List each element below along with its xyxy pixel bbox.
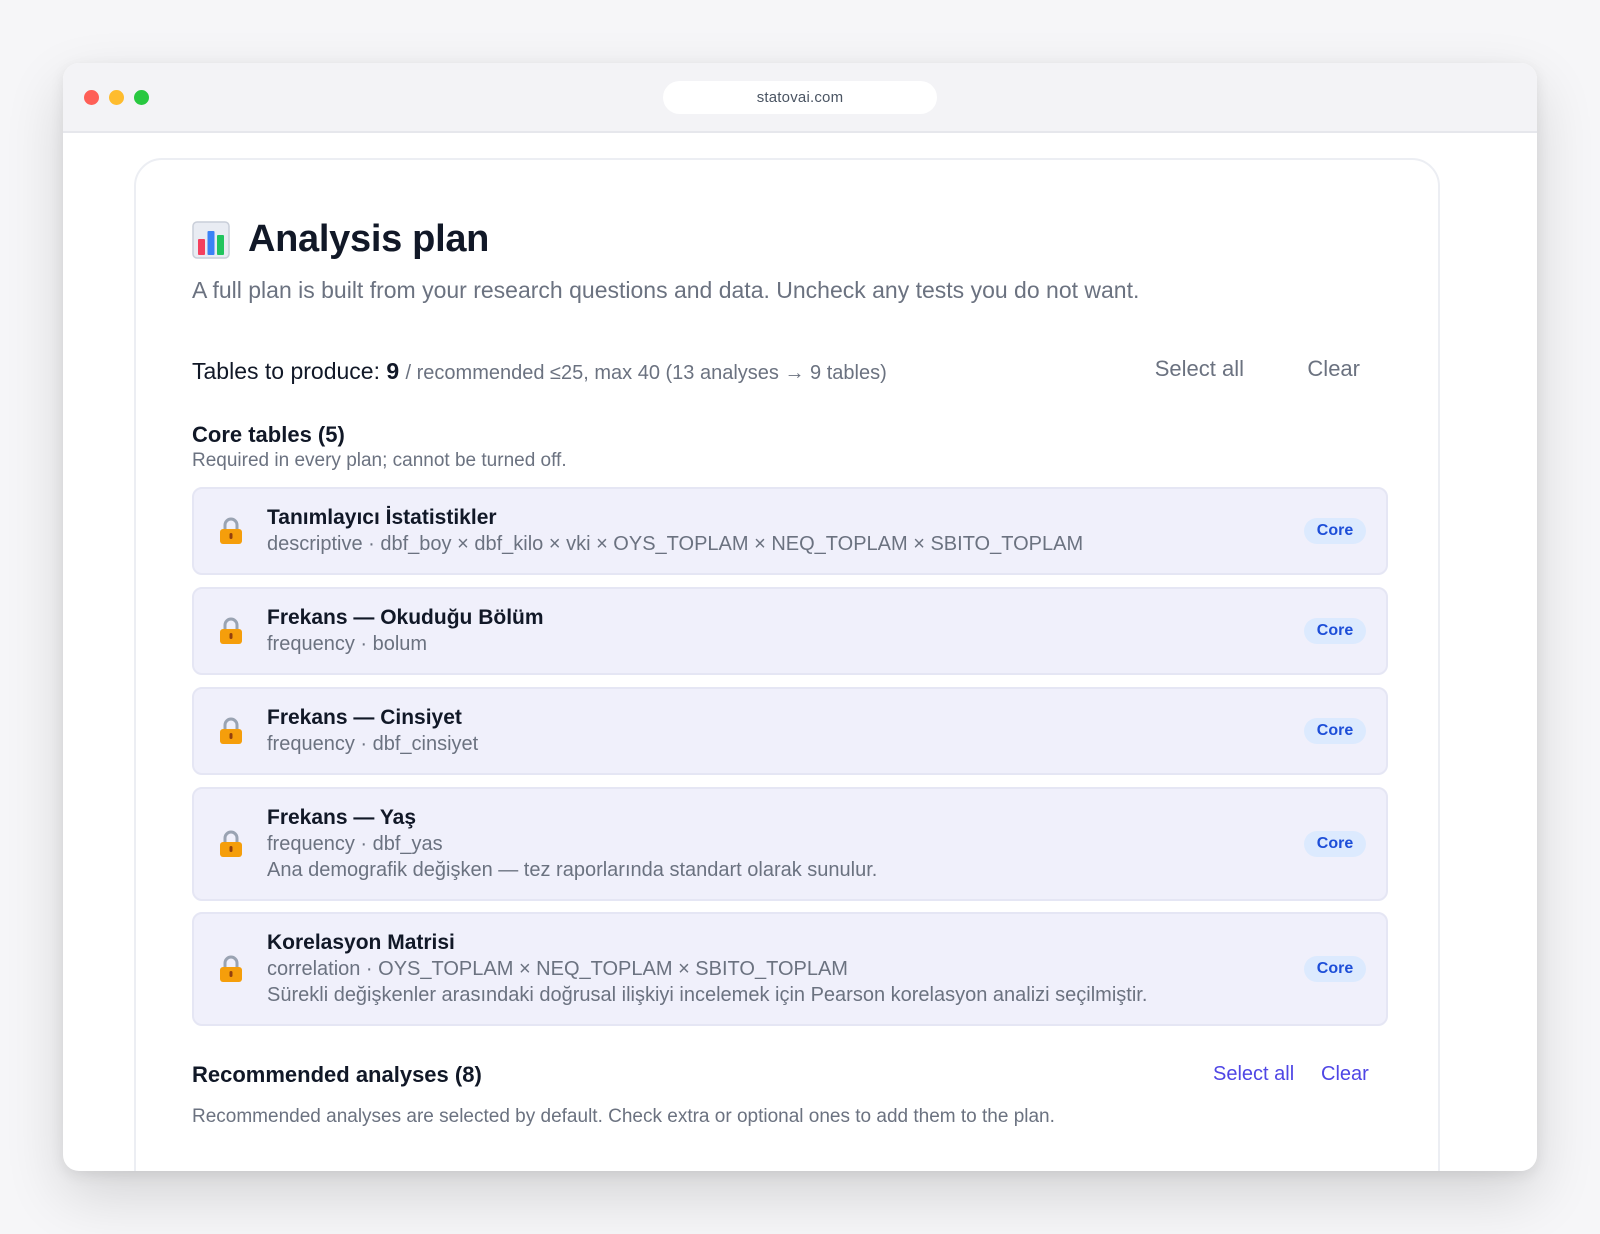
- core-badge: Core: [1304, 518, 1366, 544]
- lock-icon: [218, 830, 244, 858]
- recommended-section-description: Recommended analyses are selected by def…: [192, 1106, 1055, 1127]
- browser-titlebar: statovai.com: [63, 63, 1537, 133]
- recommended-select-all-button[interactable]: Select all: [1213, 1063, 1294, 1086]
- core-table-meta: frequency · bolum: [267, 633, 428, 655]
- core-table-text: Frekans — Yaş frequency · dbf_yas Ana de…: [267, 805, 877, 883]
- core-table-meta: correlation · OYS_TOPLAM × NEQ_TOPLAM × …: [267, 958, 848, 980]
- select-all-button[interactable]: Select all: [1155, 356, 1244, 382]
- tables-counter-detail: / recommended ≤25, max 40 (13 analyses →…: [405, 362, 887, 384]
- tables-count: 9: [386, 358, 400, 384]
- core-table-note: Ana demografik değişken — tez raporların…: [267, 859, 878, 881]
- lock-icon: [218, 955, 244, 983]
- core-table-meta: frequency · dbf_yas: [267, 833, 443, 855]
- core-table-text: Korelasyon Matrisi correlation · OYS_TOP…: [267, 930, 1147, 1008]
- core-section-description: Required in every plan; cannot be turned…: [192, 450, 567, 471]
- core-table-item: Frekans — Yaş frequency · dbf_yas Ana de…: [192, 787, 1388, 901]
- core-table-text: Tanımlayıcı İstatistikler descriptive · …: [267, 505, 1083, 557]
- tables-counter-label: Tables to produce:: [192, 358, 380, 384]
- page-heading: Analysis plan: [192, 218, 489, 261]
- browser-window: statovai.com Analysis plan A full plan i…: [63, 63, 1537, 1171]
- core-table-item: Frekans — Okuduğu Bölüm frequency · bolu…: [192, 587, 1388, 675]
- page-title: Analysis plan: [248, 218, 490, 260]
- core-table-text: Frekans — Okuduğu Bölüm frequency · bolu…: [267, 605, 544, 657]
- core-table-meta: descriptive · dbf_boy × dbf_kilo × vki ×…: [267, 533, 1084, 555]
- core-table-item: Korelasyon Matrisi correlation · OYS_TOP…: [192, 912, 1388, 1026]
- lock-icon: [218, 717, 244, 745]
- core-table-text: Frekans — Cinsiyet frequency · dbf_cinsi…: [267, 705, 478, 757]
- core-badge: Core: [1304, 956, 1366, 982]
- tables-counter: Tables to produce: 9 / recommended ≤25, …: [192, 358, 887, 385]
- core-table-title: Frekans — Okuduğu Bölüm: [267, 606, 544, 629]
- core-table-title: Frekans — Cinsiyet: [267, 706, 462, 729]
- recommended-clear-button[interactable]: Clear: [1321, 1063, 1369, 1086]
- core-table-item: Tanımlayıcı İstatistikler descriptive · …: [192, 487, 1388, 575]
- core-table-meta: frequency · dbf_cinsiyet: [267, 733, 479, 755]
- page-subtitle: A full plan is built from your research …: [192, 277, 1140, 303]
- bar-chart-icon: [192, 220, 230, 259]
- analysis-plan-card: Analysis plan A full plan is built from …: [134, 158, 1440, 1171]
- address-bar[interactable]: statovai.com: [663, 81, 937, 114]
- minimize-window-button[interactable]: [109, 90, 124, 105]
- core-badge: Core: [1304, 831, 1366, 857]
- close-window-button[interactable]: [84, 90, 99, 105]
- clear-button[interactable]: Clear: [1307, 356, 1360, 382]
- lock-icon: [218, 517, 244, 545]
- core-table-note: Sürekli değişkenler arasındaki doğrusal …: [267, 984, 1148, 1006]
- core-table-item: Frekans — Cinsiyet frequency · dbf_cinsi…: [192, 687, 1388, 775]
- lock-icon: [218, 617, 244, 645]
- core-badge: Core: [1304, 718, 1366, 744]
- core-section-title: Core tables (5): [192, 422, 345, 447]
- core-table-title: Korelasyon Matrisi: [267, 931, 455, 954]
- core-table-title: Frekans — Yaş: [267, 806, 417, 829]
- recommended-section-title: Recommended analyses (8): [192, 1062, 482, 1087]
- core-table-title: Tanımlayıcı İstatistikler: [267, 506, 497, 529]
- maximize-window-button[interactable]: [134, 90, 149, 105]
- core-badge: Core: [1304, 618, 1366, 644]
